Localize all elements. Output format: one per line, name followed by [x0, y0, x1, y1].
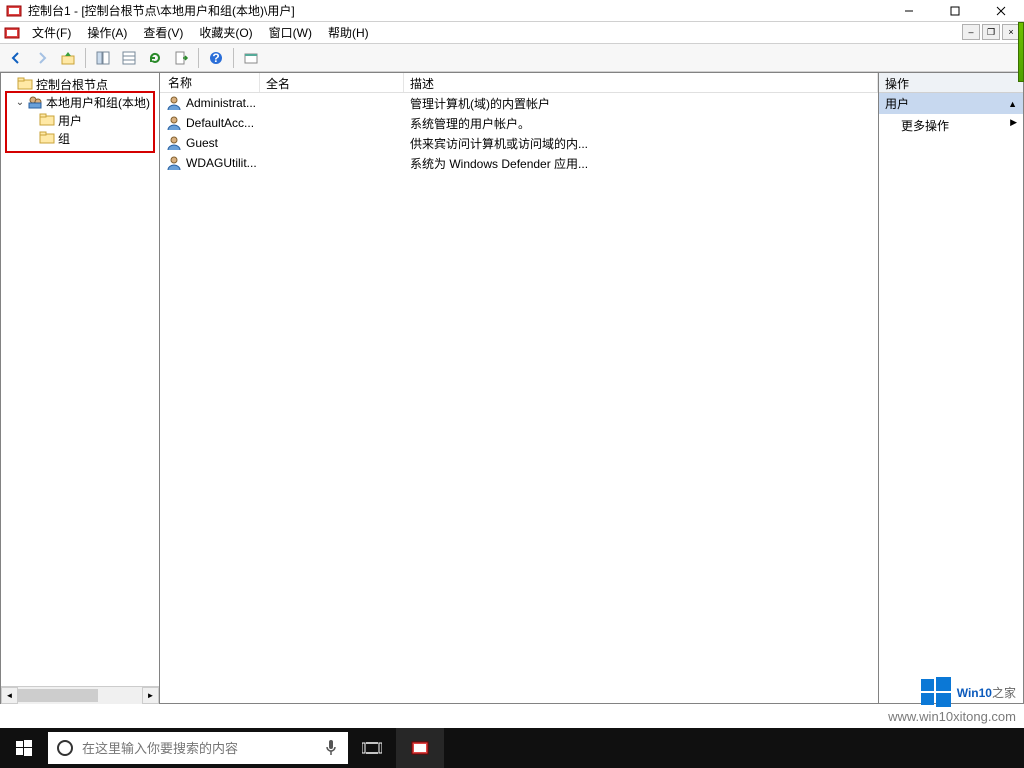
new-window-button[interactable] — [239, 46, 263, 70]
watermark-brand-a: Win10 — [957, 686, 992, 700]
taskbar — [0, 728, 1024, 768]
tree-label: 本地用户和组(本地) — [46, 94, 150, 111]
actions-more[interactable]: 更多操作 ▶ — [879, 114, 1023, 137]
user-icon — [166, 135, 182, 151]
user-desc: 系统管理的用户帐户。 — [404, 115, 878, 132]
toolbar-separator — [85, 48, 86, 68]
tree-label: 用户 — [58, 112, 82, 129]
export-list-button[interactable] — [117, 46, 141, 70]
tree-groups-node[interactable]: 组 — [1, 129, 159, 147]
window-title: 控制台1 - [控制台根节点\本地用户和组(本地)\用户] — [28, 2, 886, 19]
folder-icon — [39, 130, 55, 146]
menu-view[interactable]: 查看(V) — [135, 22, 191, 43]
user-row[interactable]: Guest 供来宾访问计算机或访问域的内... — [160, 133, 878, 153]
minimize-button[interactable] — [886, 0, 932, 21]
scroll-right-button[interactable]: ► — [142, 687, 159, 704]
nav-up-button[interactable] — [56, 46, 80, 70]
user-row[interactable]: WDAGUtilit... 系统为 Windows Defender 应用... — [160, 153, 878, 173]
user-name: DefaultAcc... — [186, 116, 254, 130]
tree-users-groups-node[interactable]: ⌄ 本地用户和组(本地) — [1, 93, 159, 111]
tree-root-node[interactable]: 控制台根节点 — [1, 75, 159, 93]
user-icon — [166, 155, 182, 171]
user-icon — [166, 95, 182, 111]
actions-more-label: 更多操作 — [901, 119, 949, 133]
user-row[interactable]: Administrat... 管理计算机(域)的内置帐户 — [160, 93, 878, 113]
user-desc: 管理计算机(域)的内置帐户 — [404, 95, 878, 112]
actions-category-label: 用户 — [885, 95, 909, 112]
mdi-minimize-button[interactable]: – — [962, 24, 980, 40]
watermark-brand-b: 之家 — [992, 686, 1016, 700]
actions-collapse-icon: ▲ — [1008, 99, 1017, 109]
users-groups-icon — [27, 94, 43, 110]
list-header: 名称 全名 描述 — [160, 73, 878, 93]
actions-header: 操作 — [879, 73, 1023, 93]
collapse-icon[interactable]: ⌄ — [13, 97, 27, 108]
taskbar-app-mmc[interactable] — [396, 728, 444, 768]
taskbar-search[interactable] — [48, 732, 348, 764]
scroll-left-button[interactable]: ◄ — [1, 687, 18, 704]
user-name: Guest — [186, 136, 218, 150]
close-button[interactable] — [978, 0, 1024, 21]
menubar: 文件(F) 操作(A) 查看(V) 收藏夹(O) 窗口(W) 帮助(H) – ❐… — [0, 22, 1024, 44]
user-icon — [166, 115, 182, 131]
toolbar: ? — [0, 44, 1024, 72]
user-desc: 系统为 Windows Defender 应用... — [404, 155, 878, 172]
watermark: Win10之家 www.win10xitong.com — [888, 675, 1016, 724]
mdi-restore-button[interactable]: ❐ — [982, 24, 1000, 40]
list-pane: 名称 全名 描述 Administrat...管理计算机(域)的内置帐户Defa… — [160, 72, 878, 704]
tree-pane: 控制台根节点 ⌄ 本地用户和组(本地) 用户 组 ◄ — [0, 72, 160, 704]
accent-bar — [1018, 22, 1024, 82]
svg-text:?: ? — [212, 51, 219, 65]
watermark-url: www.win10xitong.com — [888, 709, 1016, 724]
menu-help[interactable]: 帮助(H) — [320, 22, 377, 43]
chevron-right-icon: ▶ — [1010, 117, 1017, 128]
menu-favorites[interactable]: 收藏夹(O) — [191, 22, 260, 43]
menu-action[interactable]: 操作(A) — [79, 22, 135, 43]
tree-label: 组 — [58, 130, 70, 147]
toolbar-separator — [233, 48, 234, 68]
show-hide-tree-button[interactable] — [91, 46, 115, 70]
mic-icon[interactable] — [314, 739, 348, 757]
column-fullname[interactable]: 全名 — [260, 73, 404, 92]
cortana-icon[interactable] — [48, 739, 82, 757]
menu-file[interactable]: 文件(F) — [24, 22, 79, 43]
mmc-app-icon — [6, 3, 22, 19]
windows-logo-icon — [919, 675, 953, 709]
toolbar-separator — [198, 48, 199, 68]
user-name: Administrat... — [186, 96, 256, 110]
tree-users-node[interactable]: 用户 — [1, 111, 159, 129]
folder-icon — [39, 112, 55, 128]
actions-category[interactable]: 用户 ▲ — [879, 93, 1023, 114]
maximize-button[interactable] — [932, 0, 978, 21]
start-button[interactable] — [0, 728, 48, 768]
tree-label: 控制台根节点 — [36, 76, 108, 93]
user-row[interactable]: DefaultAcc... 系统管理的用户帐户。 — [160, 113, 878, 133]
horizontal-scrollbar[interactable]: ◄ ► — [1, 686, 159, 703]
scroll-track[interactable] — [18, 687, 142, 704]
export-button[interactable] — [169, 46, 193, 70]
column-desc[interactable]: 描述 — [404, 73, 878, 92]
mmc-doc-icon — [4, 25, 20, 41]
column-name[interactable]: 名称 — [160, 73, 260, 92]
task-view-button[interactable] — [348, 728, 396, 768]
nav-back-button[interactable] — [4, 46, 28, 70]
user-desc: 供来宾访问计算机或访问域的内... — [404, 135, 878, 152]
scroll-thumb[interactable] — [18, 689, 98, 702]
user-name: WDAGUtilit... — [186, 156, 257, 170]
titlebar: 控制台1 - [控制台根节点\本地用户和组(本地)\用户] — [0, 0, 1024, 22]
menu-window[interactable]: 窗口(W) — [261, 22, 320, 43]
taskbar-search-input[interactable] — [82, 732, 314, 764]
nav-forward-button[interactable] — [30, 46, 54, 70]
console-root-icon — [17, 76, 33, 92]
actions-pane: 操作 用户 ▲ 更多操作 ▶ — [878, 72, 1024, 704]
refresh-button[interactable] — [143, 46, 167, 70]
help-button[interactable]: ? — [204, 46, 228, 70]
